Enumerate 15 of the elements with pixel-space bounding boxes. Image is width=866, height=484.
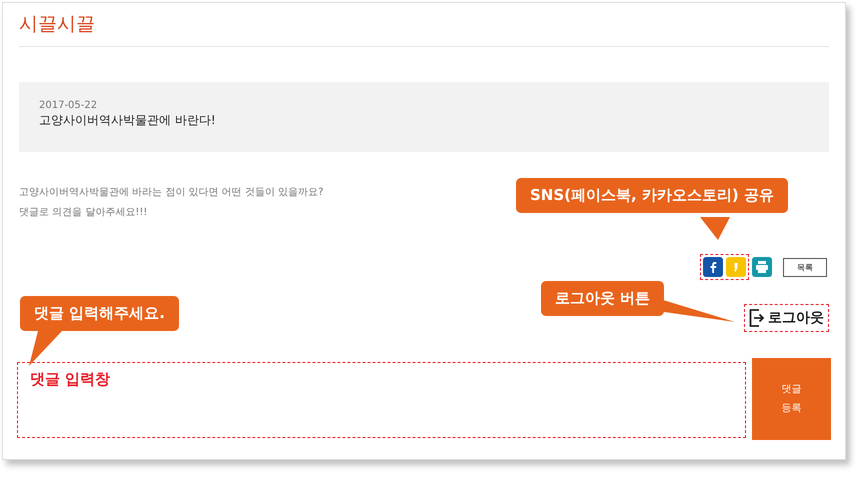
callout-bubble: 로그아웃 버튼	[541, 281, 664, 316]
callout-pointer	[29, 331, 63, 367]
post-body: 고양사이버역사박물관에 바라는 점이 있다면 어떤 것들이 있을까요? 댓글로 의견을 달아주세요!!!	[19, 186, 324, 220]
logout-icon	[749, 309, 765, 327]
post-date: 2017-05-22	[39, 100, 98, 111]
page-title: 시끌시끌	[19, 13, 96, 37]
printer-icon[interactable]	[752, 257, 772, 277]
callout-pointer	[700, 217, 731, 241]
list-button[interactable]: 목록	[783, 258, 827, 276]
logout-button[interactable]: 로그아웃	[744, 304, 829, 332]
comment-field[interactable]: 댓글 입력창	[17, 362, 746, 438]
post-title: 고양사이버역사박물관에 바란다!	[39, 112, 217, 129]
callout-bubble: SNS(페이스북, 카카오스토리) 공유	[516, 178, 788, 213]
annotation-label: 댓글 입력창	[30, 370, 110, 388]
facebook-icon[interactable]	[703, 257, 723, 277]
